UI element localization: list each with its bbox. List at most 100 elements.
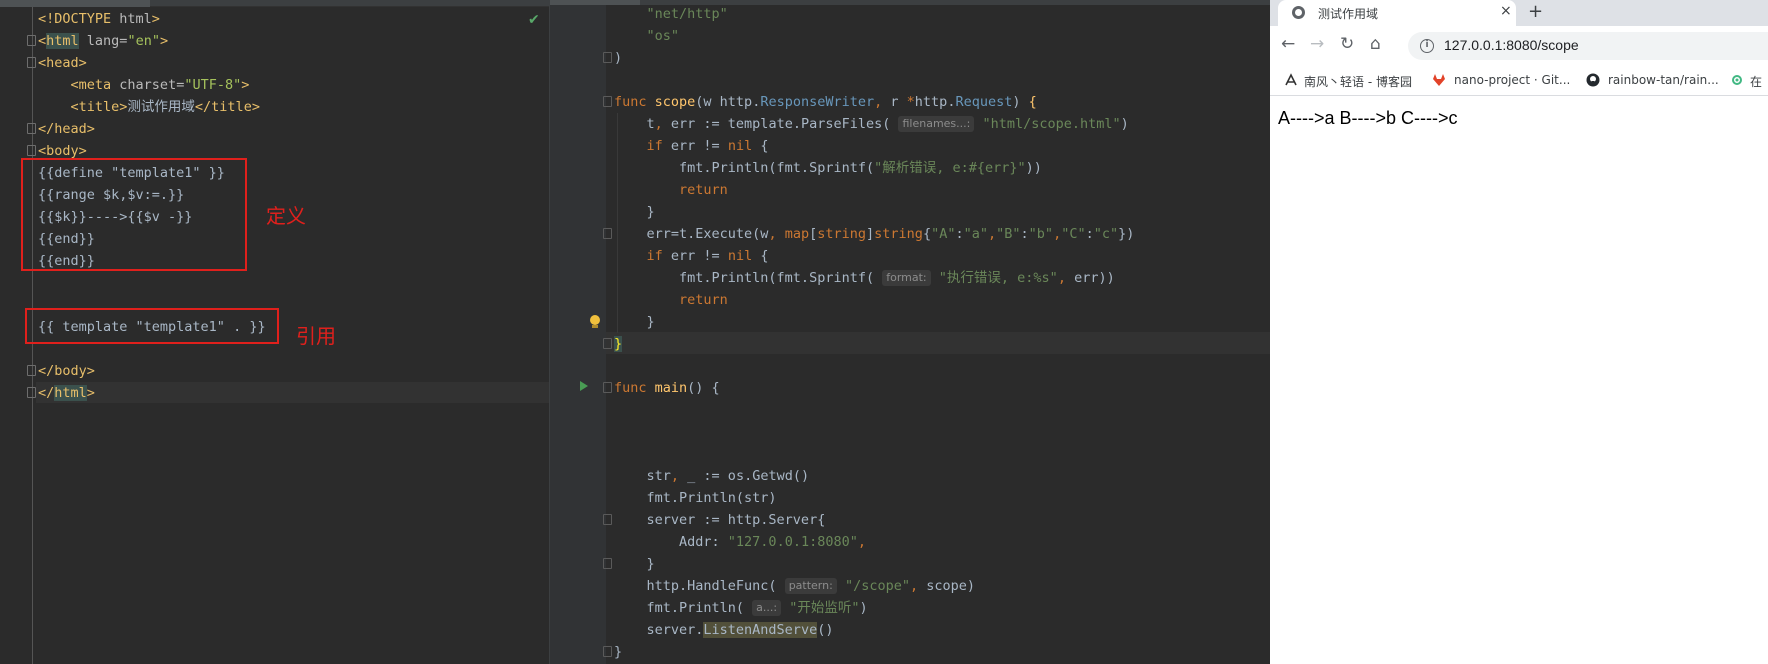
code-line[interactable]: <head> [38,52,87,74]
gear-icon [1732,75,1742,85]
code-line[interactable]: } [614,201,655,223]
fold-marker-icon[interactable] [603,382,612,393]
code-token: scope) [926,578,976,594]
browser-tab[interactable]: 测试作用域 × [1278,0,1516,26]
code-line[interactable]: fmt.Println( a...: "开始监听") [614,597,868,619]
code-line[interactable]: fmt.Println(fmt.Sprintf( format: "执行错误, … [614,267,1115,289]
code-line[interactable]: <title>测试作用域</title> [38,96,260,118]
code-token: , [1053,226,1062,242]
reload-icon[interactable]: ↻ [1340,34,1354,54]
code-line[interactable]: t, err := template.ParseFiles( filenames… [614,113,1129,135]
code-token: nil [727,248,761,264]
code-line[interactable]: } [614,333,623,355]
code-token: , [768,226,785,242]
info-icon[interactable]: i [1420,39,1434,53]
editor-tab[interactable] [0,0,150,7]
line-number-gutter[interactable] [550,5,606,664]
code-token: (w [695,94,720,110]
code-token: <title> [70,99,128,115]
code-line[interactable]: server.ListenAndServe() [614,619,833,641]
lightbulb-icon[interactable] [590,315,600,329]
fold-marker-icon[interactable] [603,96,612,107]
code-line[interactable]: <meta charset="UTF-8"> [38,74,250,96]
fold-marker-icon[interactable] [603,514,612,525]
fold-marker-icon[interactable] [603,228,612,239]
fold-marker-icon[interactable] [27,57,36,68]
code-line[interactable]: Addr: "127.0.0.1:8080", [614,531,866,553]
new-tab-button[interactable]: + [1528,1,1543,22]
code-line[interactable]: str, _ := os.Getwd() [614,465,810,487]
code-token: string [874,226,923,242]
annotation-define: 定义 [266,204,306,228]
parameter-hint: filenames...: [898,116,975,132]
fold-marker-icon[interactable] [27,35,36,46]
code-line[interactable]: } [614,553,655,575]
go-editor-pane[interactable]: "net/http" "os") func scope(w http.Respon… [549,0,1271,664]
code-line[interactable]: } [614,641,622,663]
fold-marker-icon[interactable] [603,338,612,349]
code-line[interactable]: func scope(w http.ResponseWriter, r *htt… [614,91,1037,113]
code-line[interactable]: "net/http" [614,3,728,25]
fold-marker-icon[interactable] [603,52,612,63]
bookmark-item-3[interactable]: 在 [1750,73,1762,90]
code-line[interactable]: http.HandleFunc( pattern: "/scope", scop… [614,575,975,597]
fold-marker-icon[interactable] [27,365,36,376]
fold-marker-icon[interactable] [27,123,36,134]
code-token: "开始监听" [789,600,860,616]
github-icon [1586,73,1600,87]
fold-marker-icon[interactable] [603,646,612,657]
bookmark-item-1[interactable]: nano-project · Git... [1454,73,1570,87]
code-token: </ [38,385,55,401]
code-line[interactable]: if err != nil { [614,245,769,267]
code-line[interactable]: </head> [38,118,95,140]
code-line[interactable]: if err != nil { [614,135,769,157]
code-line[interactable]: server := http.Server{ [614,509,826,531]
reference-highlight-box [25,308,279,344]
code-line[interactable]: <!DOCTYPE html> [38,8,160,30]
code-token: { [922,226,932,242]
code-token: "en" [127,33,160,49]
code-line[interactable]: return [614,179,728,201]
gitlab-icon [1433,74,1445,86]
address-bar[interactable]: i 127.0.0.1:8080/scope [1408,32,1768,60]
code-token: [ [809,226,818,242]
current-line-highlight [36,382,549,403]
code-token: , [874,94,891,110]
code-token: : [955,226,964,242]
code-line[interactable]: fmt.Println(str) [614,487,777,509]
url-text[interactable]: 127.0.0.1:8080/scope [1444,37,1579,53]
run-icon[interactable] [580,381,588,391]
code-line[interactable]: fmt.Println(fmt.Sprintf("解析错误, e:#{err}"… [614,157,1042,179]
code-token: , [654,116,671,132]
code-token: server := http.Server{ [614,512,826,528]
forward-icon[interactable]: → [1310,34,1324,54]
code-line[interactable]: </html> [38,382,95,404]
back-icon[interactable]: ← [1281,34,1295,54]
tab-title: 测试作用域 [1318,7,1379,21]
html-editor-pane[interactable]: ✔ <!DOCTYPE html> <html lang="en"> <head> … [0,0,549,664]
fold-marker-icon[interactable] [27,387,36,398]
code-token: "net/http" [646,6,728,22]
code-token: main [654,380,688,396]
browser-tab-bar: 测试作用域 × + [1270,0,1768,26]
home-icon[interactable]: ⌂ [1370,34,1381,54]
code-token: return [679,292,728,308]
code-line[interactable]: </body> [38,360,95,382]
code-token: } [614,556,655,572]
fold-marker-icon[interactable] [27,145,36,156]
code-line[interactable]: ) [614,47,622,69]
code-line[interactable]: } [614,311,655,333]
fold-marker-icon[interactable] [603,558,612,569]
code-line[interactable]: err=t.Execute(w, map[string]string{"A":"… [614,223,1135,245]
code-line[interactable]: "os" [614,25,680,47]
close-icon[interactable]: × [1500,3,1512,19]
bookmark-item-2[interactable]: rainbow-tan/rain... [1608,73,1719,87]
bookmark-item-0[interactable]: 南风丶轻语 - 博客园 [1304,73,1412,90]
code-line[interactable]: func main() { [614,377,720,399]
code-token: <head> [38,55,87,71]
code-token: err != [670,248,728,264]
code-line[interactable]: return [614,289,728,311]
code-line[interactable]: <html lang="en"> [38,30,168,52]
